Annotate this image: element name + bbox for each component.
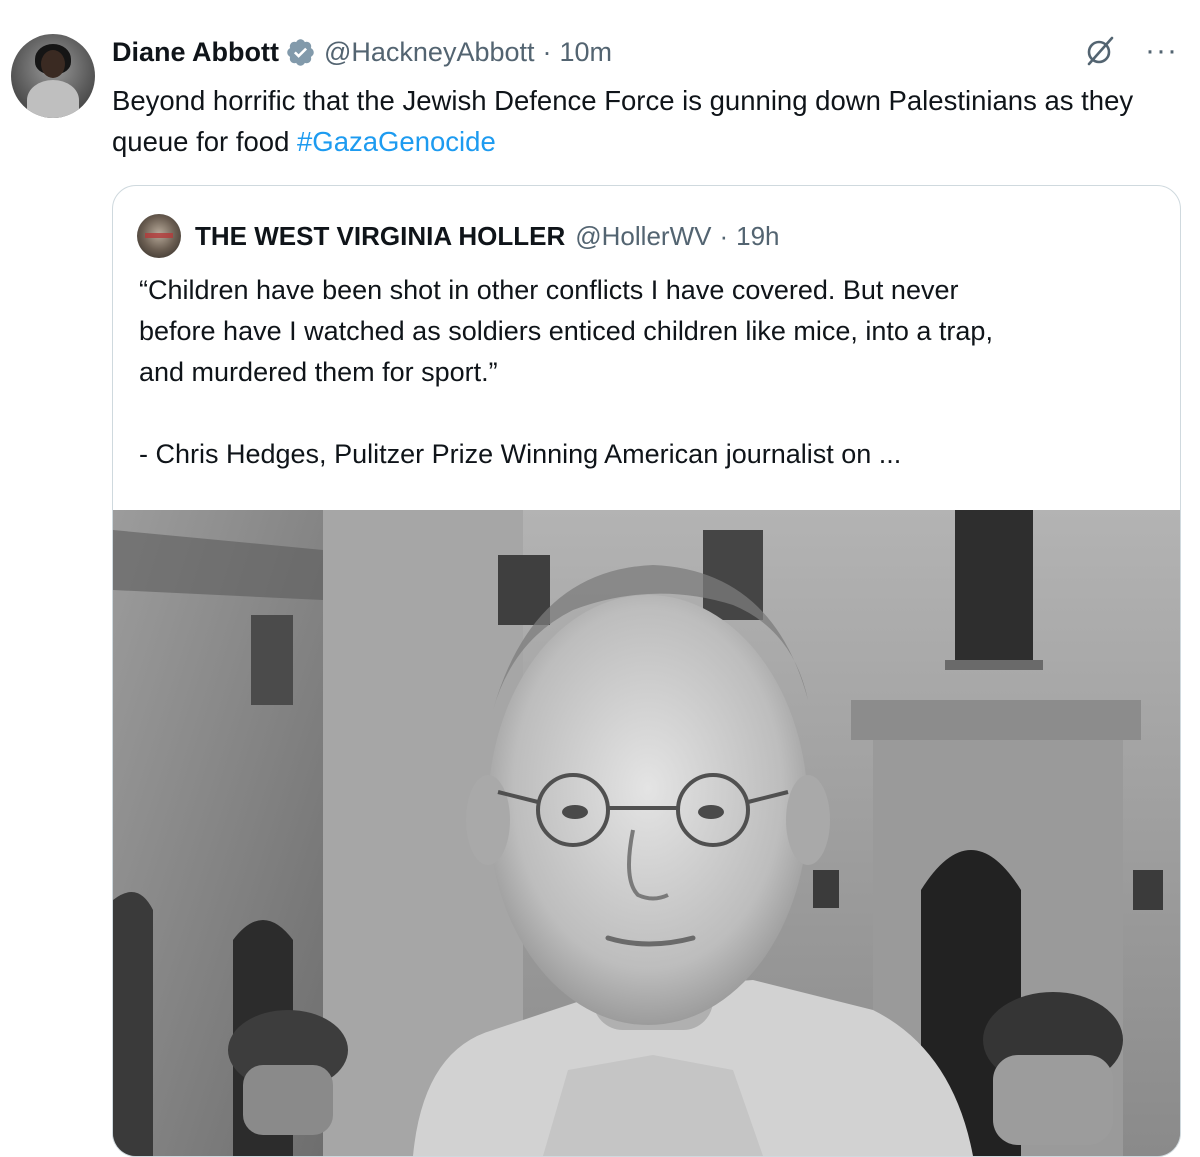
author-avatar[interactable] (11, 34, 95, 118)
tweet-text: Beyond horrific that the Jewish Defence … (112, 80, 1187, 162)
quoted-text-line: before have I watched as soldiers entice… (139, 316, 993, 346)
hashtag-link[interactable]: #GazaGenocide (297, 126, 496, 157)
quoted-author-avatar[interactable] (137, 214, 181, 258)
avatar-figure-body (27, 80, 79, 118)
verified-badge-icon[interactable] (285, 37, 316, 68)
author-handle[interactable]: @HackneyAbbott (324, 37, 535, 68)
quoted-tweet-timestamp[interactable]: 19h (736, 221, 779, 252)
quoted-text-line: and murdered them for sport.” (139, 357, 498, 387)
photo-illustration (113, 510, 1180, 1156)
quoted-header-separator: · (719, 220, 729, 251)
tweet[interactable]: Diane Abbott @HackneyAbbott · 10m ··· Be… (0, 0, 1200, 1157)
tweet-header: Diane Abbott @HackneyAbbott · 10m (112, 30, 612, 74)
grok-icon[interactable] (1083, 34, 1117, 68)
quoted-tweet-header: THE WEST VIRGINIA HOLLER @HollerWV · 19h (137, 214, 780, 258)
tweet-toolbar: ··· (1083, 34, 1178, 68)
tweet-text-body: Beyond horrific that the Jewish Defence … (112, 85, 1134, 157)
tweet-timestamp[interactable]: 10m (560, 37, 613, 68)
quoted-tweet-photo[interactable] (113, 510, 1180, 1156)
more-options-icon[interactable]: ··· (1145, 36, 1178, 66)
quoted-text-line: - Chris Hedges, Pulitzer Prize Winning A… (139, 439, 902, 469)
quoted-author-handle[interactable]: @HollerWV (575, 221, 711, 252)
quoted-tweet-card[interactable]: THE WEST VIRGINIA HOLLER @HollerWV · 19h… (112, 185, 1181, 1157)
avatar-figure-head (41, 50, 65, 78)
quoted-author-name[interactable]: THE WEST VIRGINIA HOLLER (195, 221, 565, 252)
quoted-text-line: “Children have been shot in other confli… (139, 275, 959, 305)
author-name[interactable]: Diane Abbott (112, 37, 279, 68)
header-separator: · (542, 36, 552, 67)
quoted-tweet-text: “Children have been shot in other confli… (139, 270, 1159, 475)
